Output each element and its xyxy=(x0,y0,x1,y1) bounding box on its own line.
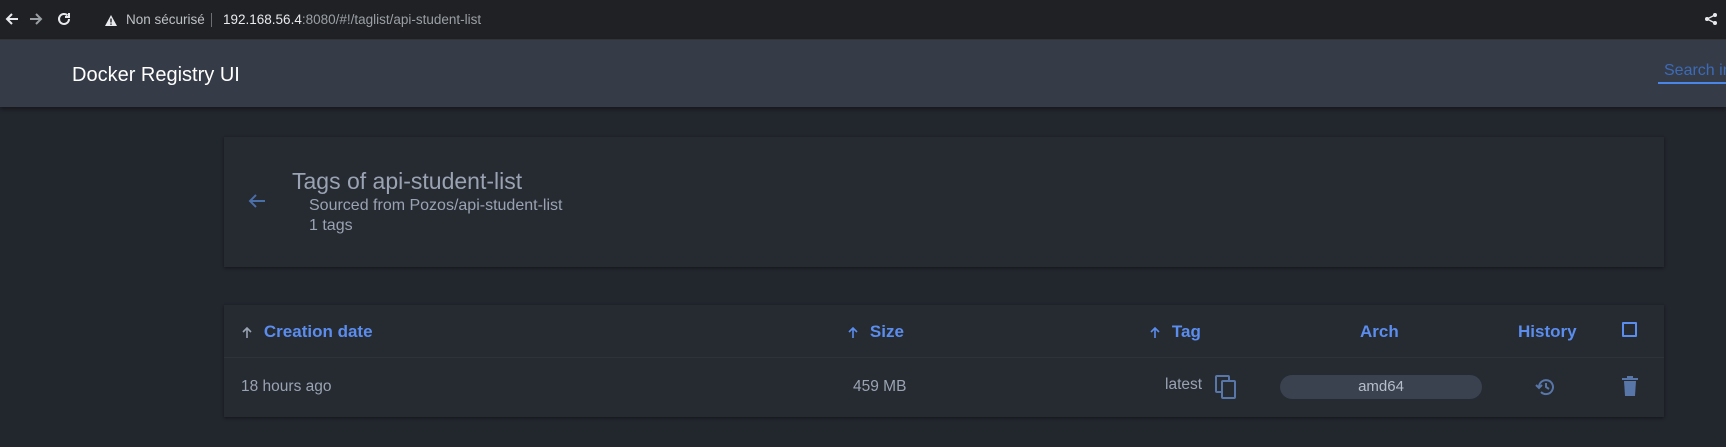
app-header: Docker Registry UI xyxy=(0,40,1726,107)
page-title: Tags of api-student-list xyxy=(292,168,523,194)
arch-chip: amd64 xyxy=(1280,375,1482,399)
column-header-label: Tag xyxy=(1171,322,1201,341)
size-cell: 459 MB xyxy=(853,378,907,395)
url-path: :8080/#!/taglist/api-student-list xyxy=(301,12,482,27)
creation-date-cell: 18 hours ago xyxy=(241,378,332,395)
copy-icon[interactable] xyxy=(1215,375,1237,404)
column-header-size[interactable]: Size xyxy=(848,322,904,342)
history-icon[interactable] xyxy=(1535,376,1557,403)
arrow-left-icon[interactable] xyxy=(248,189,266,215)
column-header-label: Creation date xyxy=(263,322,373,341)
column-header-history: History xyxy=(1518,322,1577,341)
share-icon[interactable] xyxy=(1704,12,1718,29)
security-label[interactable]: Non sécurisé xyxy=(126,7,205,33)
header-divider xyxy=(224,357,1664,358)
search-input[interactable] xyxy=(1658,60,1726,84)
column-header-arch: Arch xyxy=(1360,322,1399,341)
address-divider xyxy=(211,13,212,27)
warning-icon xyxy=(104,7,118,33)
tags-table: Creation date Size Tag Arch History 18 h… xyxy=(224,305,1664,417)
reload-icon[interactable] xyxy=(56,11,72,30)
sort-arrow-up-icon xyxy=(1150,326,1164,342)
url-text[interactable]: 192.168.56.4:8080/#!/taglist/api-student… xyxy=(223,7,481,33)
select-all-checkbox[interactable] xyxy=(1622,322,1637,337)
column-header-label: Size xyxy=(869,322,904,341)
sort-arrow-up-icon xyxy=(848,326,862,342)
forward-arrow-icon[interactable] xyxy=(28,11,44,30)
back-arrow-icon[interactable] xyxy=(4,11,20,30)
url-host: 192.168.56.4 xyxy=(223,12,302,27)
column-header-tag[interactable]: Tag xyxy=(1150,322,1201,342)
trash-icon[interactable] xyxy=(1622,376,1638,401)
tag-cell: latest xyxy=(1165,376,1203,393)
sort-arrow-up-icon xyxy=(242,326,256,342)
tag-count: 1 tags xyxy=(309,217,353,234)
sourced-from-text: Sourced from Pozos/api-student-list xyxy=(309,197,563,214)
repo-header-card: Tags of api-student-list Sourced from Po… xyxy=(224,137,1664,267)
browser-toolbar: Non sécurisé 192.168.56.4:8080/#!/taglis… xyxy=(0,0,1726,40)
app-title[interactable]: Docker Registry UI xyxy=(72,64,240,87)
address-bar[interactable]: Non sécurisé 192.168.56.4:8080/#!/taglis… xyxy=(92,7,1712,33)
column-header-creation-date[interactable]: Creation date xyxy=(242,322,373,342)
